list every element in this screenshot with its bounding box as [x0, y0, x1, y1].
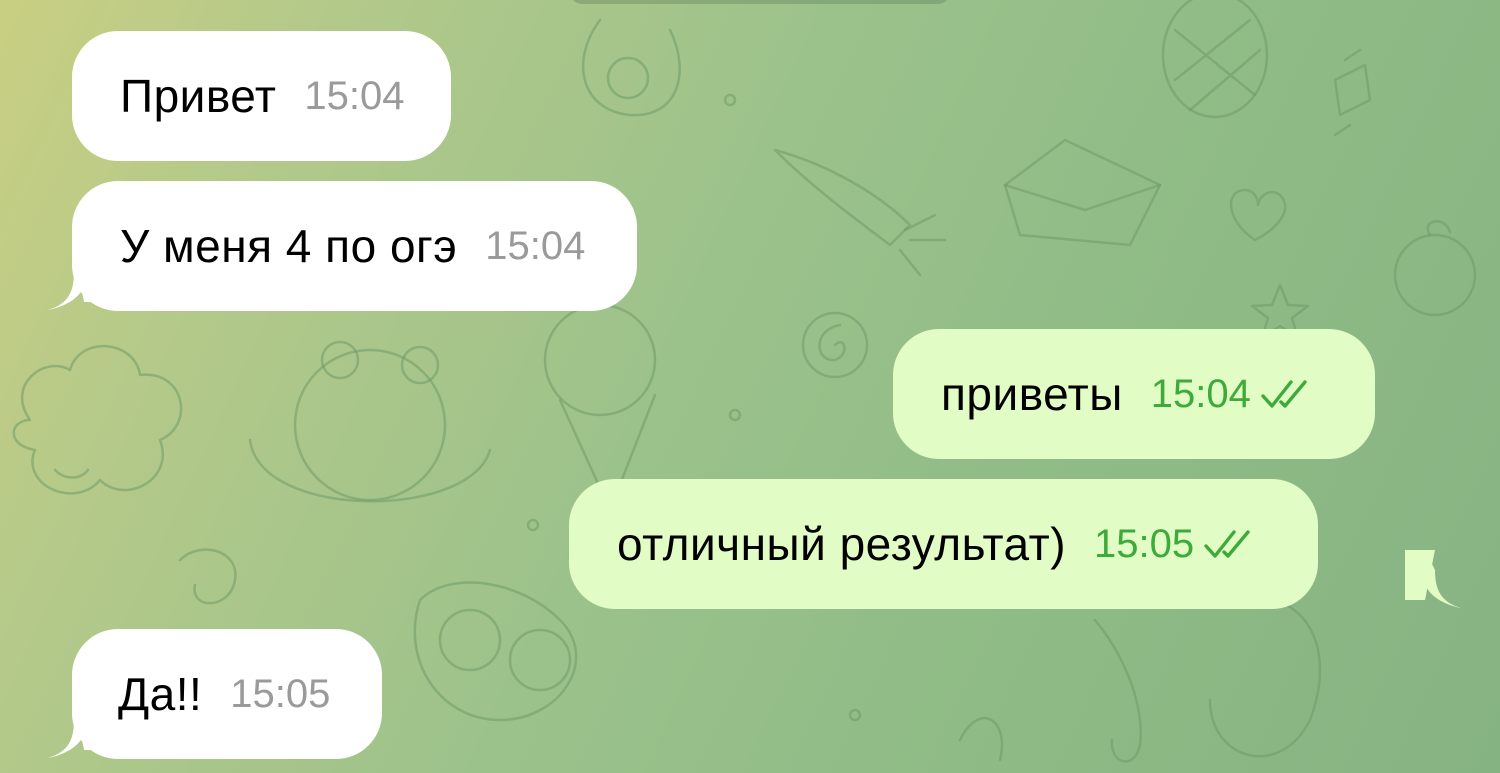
date-pill: [570, 0, 950, 4]
message-time: 15:05: [230, 671, 331, 716]
double-check-icon: [1204, 530, 1250, 558]
message-text: отличный результат): [617, 518, 1067, 570]
message-time: 15:04: [1150, 371, 1251, 416]
message-time: 15:05: [1094, 521, 1195, 566]
message-time: 15:04: [485, 223, 586, 268]
bubble-tail-icon: [1405, 550, 1461, 608]
bubble-tail-icon: [48, 252, 104, 310]
incoming-message[interactable]: Привет 15:04: [72, 31, 451, 161]
message-time: 15:04: [304, 73, 405, 118]
incoming-message[interactable]: У меня 4 по огэ 15:04: [72, 181, 638, 311]
double-check-icon: [1261, 380, 1307, 408]
bubble-tail-icon: [48, 700, 104, 758]
message-text: приветы: [941, 368, 1123, 420]
message-text: Да!!: [118, 668, 203, 720]
message-text: Привет: [120, 70, 277, 122]
message-text: У меня 4 по огэ: [120, 220, 458, 272]
outgoing-message[interactable]: отличный результат) 15:05: [569, 479, 1319, 609]
outgoing-message[interactable]: приветы 15:04: [893, 329, 1375, 459]
incoming-message[interactable]: Да!! 15:05: [72, 629, 383, 759]
